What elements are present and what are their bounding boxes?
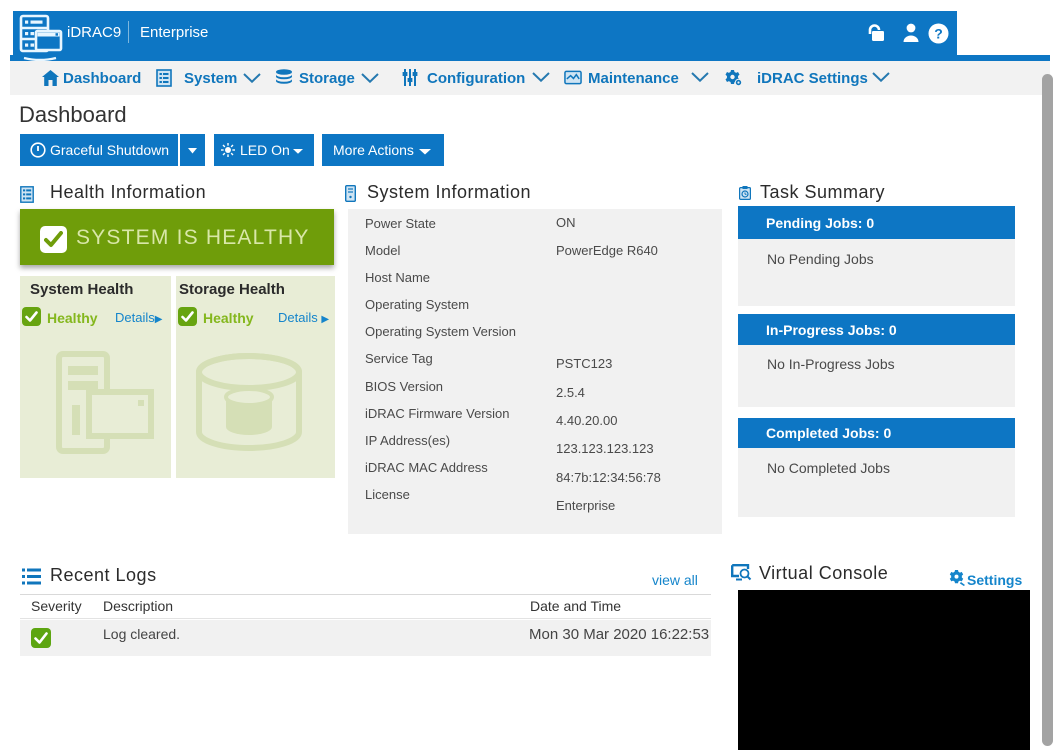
svg-text:?: ? <box>934 26 943 42</box>
